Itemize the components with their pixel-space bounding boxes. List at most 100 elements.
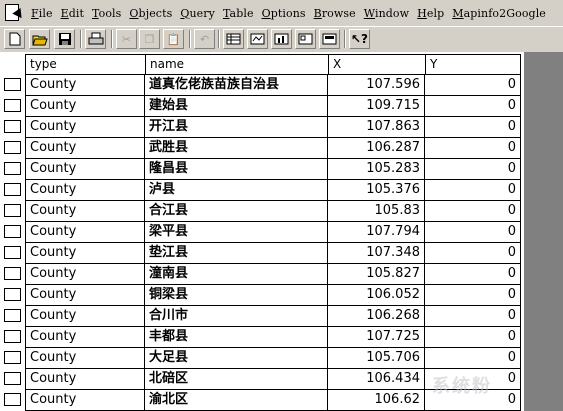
cell-name: 道真仡佬族苗族自治县 bbox=[145, 75, 328, 96]
row-select-box[interactable] bbox=[4, 99, 21, 112]
row-select-box[interactable] bbox=[4, 162, 21, 175]
cell-type: County bbox=[25, 96, 145, 117]
menu-options[interactable]: Options bbox=[258, 7, 310, 20]
paste-icon[interactable]: 📋 bbox=[163, 29, 184, 49]
table-row[interactable]: County 合江县 105.83 0 bbox=[0, 201, 524, 222]
cell-name: 丰都县 bbox=[145, 327, 328, 348]
cell-x: 105.283 bbox=[328, 159, 425, 180]
menu-file[interactable]: File bbox=[27, 7, 57, 20]
cell-x: 105.376 bbox=[328, 180, 425, 201]
app-icon[interactable] bbox=[3, 3, 26, 23]
table-row[interactable]: County 潼南县 105.827 0 bbox=[0, 264, 524, 285]
cell-name: 大足县 bbox=[145, 348, 328, 369]
menu-help[interactable]: Help bbox=[413, 7, 448, 20]
cell-y: 0 bbox=[425, 243, 521, 264]
cell-name: 梁平县 bbox=[145, 222, 328, 243]
new-icon[interactable] bbox=[4, 29, 25, 49]
browser-grid: type name X Y County 道真仡佬族苗族自治县 107.596 0 Co… bbox=[0, 52, 524, 411]
cell-name: 合江县 bbox=[145, 201, 328, 222]
cell-name: 武胜县 bbox=[145, 138, 328, 159]
header-y[interactable]: Y bbox=[425, 54, 521, 75]
new-layout-icon[interactable] bbox=[295, 29, 316, 49]
table-row[interactable]: County 道真仡佬族苗族自治县 107.596 0 bbox=[0, 75, 524, 96]
cell-type: County bbox=[25, 348, 145, 369]
row-select-box[interactable] bbox=[4, 309, 21, 322]
help-pointer-icon[interactable]: ↖? bbox=[349, 29, 370, 49]
row-select-box[interactable] bbox=[4, 267, 21, 280]
table-row[interactable]: County 垫江县 107.348 0 bbox=[0, 243, 524, 264]
cell-x: 106.052 bbox=[328, 285, 425, 306]
menu-tools[interactable]: Tools bbox=[88, 7, 125, 20]
cell-name: 隆昌县 bbox=[145, 159, 328, 180]
row-select-box[interactable] bbox=[4, 330, 21, 343]
table-row[interactable]: County 隆昌县 105.283 0 bbox=[0, 159, 524, 180]
cell-type: County bbox=[25, 180, 145, 201]
row-select-box[interactable] bbox=[4, 141, 21, 154]
undo-icon[interactable]: ↶ bbox=[194, 29, 215, 49]
cell-y: 0 bbox=[425, 180, 521, 201]
cell-x: 107.863 bbox=[328, 117, 425, 138]
cell-x: 106.268 bbox=[328, 306, 425, 327]
table-row[interactable]: County 泸县 105.376 0 bbox=[0, 180, 524, 201]
cell-y: 0 bbox=[425, 159, 521, 180]
table-row[interactable]: County 武胜县 106.287 0 bbox=[0, 138, 524, 159]
menu-query[interactable]: Query bbox=[176, 7, 219, 20]
row-select-box[interactable] bbox=[4, 120, 21, 133]
row-select-box[interactable] bbox=[4, 288, 21, 301]
row-select-box[interactable] bbox=[4, 183, 21, 196]
menu-table[interactable]: Table bbox=[219, 7, 258, 20]
table-row[interactable]: County 开江县 107.863 0 bbox=[0, 117, 524, 138]
header-name[interactable]: name bbox=[145, 54, 329, 75]
cell-x: 106.434 bbox=[328, 369, 425, 390]
cell-x: 107.794 bbox=[328, 222, 425, 243]
row-select-box[interactable] bbox=[4, 204, 21, 217]
cell-x: 106.62 bbox=[328, 390, 425, 411]
cut-icon[interactable]: ✂ bbox=[116, 29, 137, 49]
cell-type: County bbox=[25, 222, 145, 243]
cell-y: 0 bbox=[425, 348, 521, 369]
row-select-box[interactable] bbox=[4, 372, 21, 385]
cell-type: County bbox=[25, 327, 145, 348]
cell-type: County bbox=[25, 285, 145, 306]
cell-y: 0 bbox=[425, 75, 521, 96]
menu-browse[interactable]: Browse bbox=[310, 7, 360, 20]
cell-name: 泸县 bbox=[145, 180, 328, 201]
row-select-box[interactable] bbox=[4, 225, 21, 238]
new-redistrict-icon[interactable] bbox=[319, 29, 340, 49]
table-row[interactable]: County 建始县 109.715 0 bbox=[0, 96, 524, 117]
row-select-box[interactable] bbox=[4, 78, 21, 91]
cell-type: County bbox=[25, 306, 145, 327]
cell-type: County bbox=[25, 264, 145, 285]
save-icon[interactable] bbox=[54, 29, 75, 49]
menu-edit[interactable]: Edit bbox=[57, 7, 88, 20]
header-type[interactable]: type bbox=[25, 54, 146, 75]
menu-mapinfo2google[interactable]: Mapinfo2Google bbox=[448, 7, 550, 20]
open-icon[interactable] bbox=[29, 29, 50, 49]
new-mapper-icon[interactable] bbox=[247, 29, 268, 49]
menu-bar: File Edit Tools Objects Query Table Options Bro… bbox=[0, 0, 563, 26]
menu-objects[interactable]: Objects bbox=[125, 7, 176, 20]
cell-x: 105.827 bbox=[328, 264, 425, 285]
new-browser-icon[interactable] bbox=[223, 29, 244, 49]
row-select-box[interactable] bbox=[4, 246, 21, 259]
cell-x: 105.83 bbox=[328, 201, 425, 222]
row-select-box[interactable] bbox=[4, 351, 21, 364]
row-select-box[interactable] bbox=[4, 393, 21, 406]
cell-type: County bbox=[25, 75, 145, 96]
table-row[interactable]: County 铜梁县 106.052 0 bbox=[0, 285, 524, 306]
print-icon[interactable] bbox=[85, 29, 106, 49]
copy-icon[interactable]: ❐ bbox=[139, 29, 160, 49]
cell-y: 0 bbox=[425, 96, 521, 117]
table-row[interactable]: County 梁平县 107.794 0 bbox=[0, 222, 524, 243]
watermark: 系统粉 bbox=[432, 376, 492, 397]
table-row[interactable]: County 大足县 105.706 0 bbox=[0, 348, 524, 369]
header-x[interactable]: X bbox=[328, 54, 426, 75]
cell-type: County bbox=[25, 243, 145, 264]
table-row[interactable]: County 合川市 106.268 0 bbox=[0, 306, 524, 327]
table-row[interactable]: County 丰都县 107.725 0 bbox=[0, 327, 524, 348]
new-grapher-icon[interactable] bbox=[271, 29, 292, 49]
cell-name: 铜梁县 bbox=[145, 285, 328, 306]
toolbar: ✂ ❐ 📋 ↶ ↖? bbox=[0, 26, 563, 52]
menu-window[interactable]: Window bbox=[360, 7, 413, 20]
cell-y: 0 bbox=[425, 201, 521, 222]
